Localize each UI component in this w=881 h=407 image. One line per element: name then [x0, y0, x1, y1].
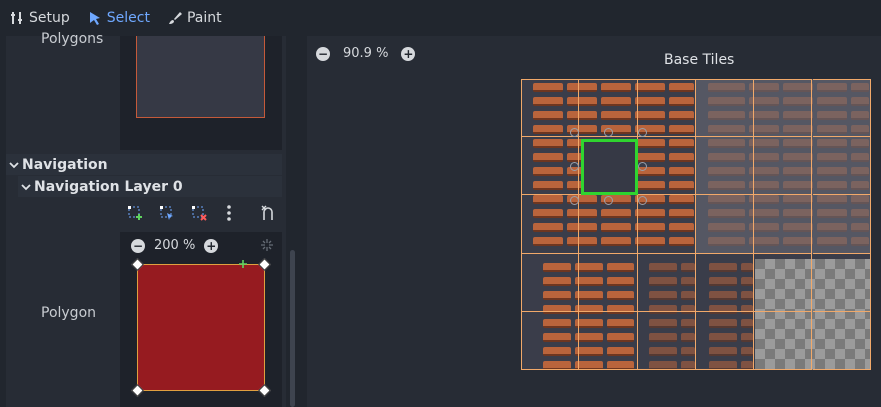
resize-handle[interactable]	[570, 196, 579, 205]
atlas-grid-cell[interactable]	[754, 311, 813, 370]
atlas-grid-cell[interactable]	[579, 311, 638, 370]
resize-handle[interactable]	[604, 196, 613, 205]
polygon-editor-toolbar	[120, 200, 282, 226]
atlas-grid-cell[interactable]	[521, 195, 580, 254]
atlas-grid-cell[interactable]	[695, 195, 755, 254]
atlas-grid-cell[interactable]	[812, 311, 871, 370]
atlas-grid-cell[interactable]	[812, 137, 871, 196]
navigation-section-label: Navigation	[22, 156, 108, 173]
atlas-grid-cell[interactable]	[695, 311, 755, 370]
atlas-grid-cell[interactable]	[695, 79, 755, 138]
resize-handle[interactable]	[570, 162, 579, 171]
atlas-grid-cell[interactable]	[754, 137, 813, 196]
atlas-grid-cell[interactable]	[521, 253, 580, 312]
atlas-grid-cell[interactable]	[637, 195, 696, 254]
inspector-scrollbar[interactable]	[290, 250, 295, 407]
chevron-down-icon	[21, 183, 31, 190]
add-point-icon[interactable]	[126, 204, 144, 222]
edit-point-icon[interactable]	[158, 204, 176, 222]
reset-icon[interactable]	[260, 204, 278, 222]
zoom-in-icon[interactable]: +	[401, 46, 416, 61]
atlas-grid-cell[interactable]	[812, 195, 871, 254]
polygon-label: Polygon	[41, 305, 97, 321]
resize-handle[interactable]	[570, 128, 579, 137]
resize-handle[interactable]	[638, 196, 647, 205]
navigation-polygon[interactable]	[137, 264, 265, 391]
navigation-layer-header[interactable]: Navigation Layer 0	[18, 176, 282, 197]
atlas-zoom-control: − 90.9 % +	[316, 46, 416, 61]
atlas-grid-cell[interactable]	[754, 195, 813, 254]
select-tool-label: Select	[106, 10, 150, 26]
select-tool-button[interactable]: Select	[88, 10, 150, 26]
atlas-grid-cell[interactable]	[812, 253, 871, 312]
resize-handle[interactable]	[638, 128, 647, 137]
atlas-grid-cell[interactable]	[521, 311, 580, 370]
paint-tool-label: Paint	[186, 10, 222, 26]
atlas-zoom-value: 90.9 %	[343, 46, 389, 61]
setup-tool-label: Setup	[29, 10, 70, 26]
polygon-zoom-control: − 200 % +	[131, 238, 219, 253]
paint-tool-button[interactable]: Paint	[168, 10, 222, 26]
tile-editor-toolbar: Setup Select Paint	[0, 0, 881, 36]
more-icon[interactable]	[220, 204, 238, 222]
polygons-preview[interactable]	[136, 36, 265, 118]
paint-brush-icon	[168, 12, 182, 24]
add-vertex-icon	[239, 260, 247, 268]
atlas-title: Base Tiles	[664, 52, 735, 68]
center-view-icon[interactable]	[260, 238, 274, 252]
navigation-layer-label: Navigation Layer 0	[34, 178, 183, 195]
polygon-zoom-value: 200 %	[154, 238, 196, 253]
atlas-grid-cell[interactable]	[695, 137, 755, 196]
resize-handle[interactable]	[604, 128, 613, 137]
polygons-label: Polygons	[41, 31, 104, 47]
selected-tile[interactable]	[581, 139, 638, 195]
atlas-grid-cell[interactable]	[812, 79, 871, 138]
zoom-out-icon[interactable]: −	[131, 238, 145, 253]
setup-icon	[11, 12, 22, 24]
atlas-grid-cell[interactable]	[637, 253, 696, 312]
zoom-in-icon[interactable]: +	[204, 238, 219, 253]
navigation-section-header[interactable]: Navigation	[6, 154, 282, 175]
setup-tool-button[interactable]: Setup	[10, 10, 70, 26]
atlas-grid-cell[interactable]	[637, 79, 696, 138]
delete-point-icon[interactable]	[190, 204, 208, 222]
atlas-grid-cell[interactable]	[754, 253, 813, 312]
atlas-grid-cell[interactable]	[579, 253, 638, 312]
atlas-grid-cell[interactable]	[754, 79, 813, 138]
chevron-down-icon	[9, 161, 19, 168]
resize-handle[interactable]	[638, 162, 647, 171]
atlas-grid-cell[interactable]	[637, 311, 696, 370]
zoom-out-icon[interactable]: −	[316, 46, 330, 61]
select-cursor-icon	[89, 12, 100, 25]
atlas-grid-cell[interactable]	[695, 253, 755, 312]
tile-atlas[interactable]	[521, 79, 871, 370]
